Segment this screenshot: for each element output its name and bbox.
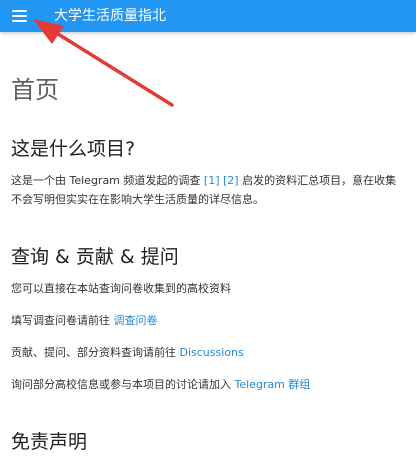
discussions-link[interactable]: Discussions <box>180 346 244 359</box>
intro-line-1: 这是一个由 Telegram 频道发起的调查 [1] [2] 启发的资料汇总项目… <box>11 172 396 190</box>
intro-text-suffix: 启发的资料汇总项目，意在收集 <box>238 174 397 187</box>
query-paragraph-4: 询问部分高校信息或参与本项目的讨论请加入 Telegram 群组 <box>11 376 310 394</box>
menu-icon-bar-bottom <box>12 20 27 22</box>
top-app-bar: 大学生活质量指北 <box>0 0 416 32</box>
ref-link-1[interactable]: [1] <box>204 174 220 187</box>
telegram-text: 询问部分高校信息或参与本项目的讨论请加入 <box>11 378 235 391</box>
query-paragraph-1: 您可以直接在本站查询问卷收集到的高校资料 <box>11 282 231 295</box>
page-title: 首页 <box>11 76 59 104</box>
intro-line-2: 不会写明但实实在在影响大学生活质量的详尽信息。 <box>11 193 264 206</box>
query-paragraph-3: 贡献、提问、部分资料查询请前往 Discussions <box>11 344 244 362</box>
site-title[interactable]: 大学生活质量指北 <box>54 7 166 25</box>
menu-button[interactable] <box>10 7 30 25</box>
menu-icon-bar-middle <box>12 15 27 17</box>
survey-link[interactable]: 调查问卷 <box>114 314 158 327</box>
page: 大学生活质量指北 首页 这是什么项目? 这是一个由 Telegram 频道发起的… <box>0 0 416 456</box>
section-heading-query: 查询 & 贡献 & 提问 <box>11 246 179 268</box>
menu-icon-bar-top <box>12 10 27 12</box>
intro-text-prefix: 这是一个由 Telegram 频道发起的调查 <box>11 174 204 187</box>
section-heading-disclaimer: 免责声明 <box>11 431 88 453</box>
telegram-group-link[interactable]: Telegram 群组 <box>235 378 311 391</box>
ref-link-2[interactable]: [2] <box>223 174 239 187</box>
survey-text: 填写调查问卷请前往 <box>11 314 114 327</box>
section-heading-what: 这是什么项目? <box>11 138 136 160</box>
query-paragraph-2: 填写调查问卷请前往 调查问卷 <box>11 312 158 330</box>
discussions-text: 贡献、提问、部分资料查询请前往 <box>11 346 180 359</box>
